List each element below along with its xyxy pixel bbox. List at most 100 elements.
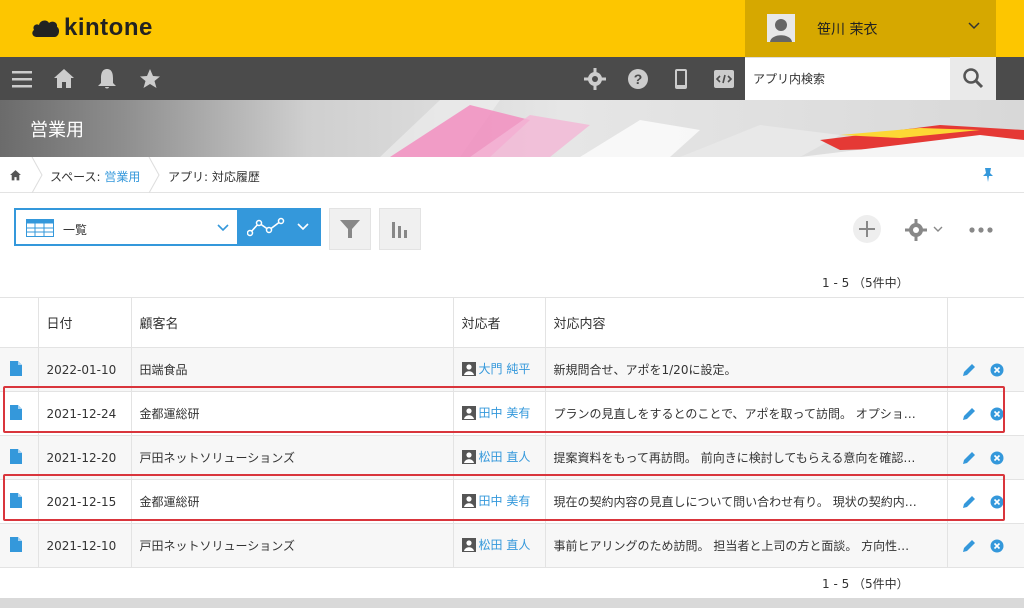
record-detail-cell[interactable] [0, 391, 39, 436]
star-icon[interactable] [138, 67, 162, 91]
column-header-content[interactable]: 対応内容 [545, 297, 948, 348]
mobile-icon[interactable] [669, 67, 693, 91]
assignee-name: 松田 直人 [478, 450, 531, 465]
document-icon[interactable] [10, 360, 22, 376]
document-icon[interactable] [10, 404, 22, 420]
pager-top: 1 - 5 （5件中） [822, 276, 909, 290]
column-header-icon [0, 297, 39, 348]
global-nav: ? [0, 57, 1024, 100]
more-options-icon[interactable] [969, 225, 993, 235]
cell-customer: 金都運総研 [131, 391, 454, 436]
search-input[interactable] [745, 58, 950, 100]
column-header-date[interactable]: 日付 [38, 297, 132, 348]
cell-date: 2022-01-10 [38, 347, 132, 392]
cell-assignee: 田中 美有 [453, 391, 546, 436]
cell-date: 2021-12-24 [38, 391, 132, 436]
edit-icon[interactable] [962, 495, 976, 509]
home-icon[interactable] [9, 169, 22, 182]
kintone-logo[interactable]: kintone [30, 14, 153, 42]
avatar [767, 14, 795, 42]
cell-assignee: 松田 直人 [453, 523, 546, 568]
view-name: 一覧 [63, 223, 88, 237]
assignee-name: 田中 美有 [478, 494, 531, 509]
cell-actions [947, 523, 1024, 568]
cell-assignee: 松田 直人 [453, 435, 546, 480]
cell-content: 現在の契約内容の見直しについて問い合わせ有り。 現状の契約内… [545, 479, 948, 524]
table-row[interactable]: 2021-12-24 金都運総研 田中 美有 プランの見直しをするとのことで、アポを取… [0, 391, 1024, 436]
bar-chart-icon [392, 222, 407, 238]
assignee-name: 松田 直人 [478, 538, 531, 553]
home-icon[interactable] [52, 67, 76, 91]
table-row[interactable]: 2021-12-20 戸田ネットソリューションズ 松田 直人 提案資料をもって再訪問。… [0, 435, 1024, 480]
edit-icon[interactable] [962, 363, 976, 377]
edit-icon[interactable] [962, 539, 976, 553]
bottom-bar [0, 598, 1024, 608]
bell-icon[interactable] [95, 67, 119, 91]
gear-icon[interactable] [583, 67, 607, 91]
delete-icon[interactable] [990, 539, 1004, 553]
cell-actions [947, 347, 1024, 392]
record-detail-cell[interactable] [0, 479, 39, 524]
search-button[interactable] [950, 57, 996, 100]
table-header: 日付 顧客名 対応者 対応内容 [0, 297, 1024, 348]
app-search [745, 57, 950, 100]
assignee-link[interactable]: 田中 美有 [461, 492, 531, 509]
user-icon [461, 449, 476, 464]
cell-assignee: 田中 美有 [453, 479, 546, 524]
svg-text:?: ? [634, 71, 643, 87]
delete-icon[interactable] [990, 363, 1004, 377]
banner-image [380, 100, 1024, 157]
user-name: 笹川 茉衣 [817, 22, 878, 38]
logo-text: kintone [64, 14, 153, 41]
cell-content: 事前ヒアリングのため訪問。 担当者と上司の方と面談。 方向性… [545, 523, 948, 568]
graph-button[interactable] [379, 208, 421, 250]
breadcrumb-separator [148, 157, 160, 193]
delete-icon[interactable] [990, 451, 1004, 465]
column-header-actions [947, 297, 1024, 348]
view-selector[interactable]: 一覧 [14, 208, 239, 246]
user-icon [461, 493, 476, 508]
document-icon[interactable] [10, 492, 22, 508]
document-icon[interactable] [10, 448, 22, 464]
delete-icon[interactable] [990, 495, 1004, 509]
user-icon [461, 405, 476, 420]
menu-icon[interactable] [10, 67, 34, 91]
gear-icon[interactable] [904, 218, 928, 242]
pin-icon[interactable] [982, 168, 994, 182]
add-record-icon[interactable] [852, 214, 882, 244]
breadcrumb-space-link[interactable]: 営業用 [104, 170, 140, 184]
edit-icon[interactable] [962, 407, 976, 421]
user-menu[interactable]: 笹川 茉衣 [745, 0, 996, 57]
graph-selector-button[interactable] [239, 208, 321, 246]
record-detail-cell[interactable] [0, 347, 39, 392]
assignee-link[interactable]: 松田 直人 [461, 448, 531, 465]
assignee-link[interactable]: 大門 純平 [461, 360, 531, 377]
cell-actions [947, 435, 1024, 480]
assignee-name: 大門 純平 [478, 362, 531, 377]
cell-content: 新規問合せ、アポを1/20に設定。 [545, 347, 948, 392]
breadcrumb-space-prefix: スペース: [50, 170, 105, 184]
edit-icon[interactable] [962, 451, 976, 465]
table-view-icon [26, 219, 54, 237]
help-icon[interactable]: ? [626, 67, 650, 91]
assignee-link[interactable]: 松田 直人 [461, 536, 531, 553]
table-row[interactable]: 2022-01-10 田端食品 大門 純平 新規問合せ、アポを1/20に設定。 [0, 347, 1024, 392]
record-detail-cell[interactable] [0, 523, 39, 568]
column-header-assignee[interactable]: 対応者 [453, 297, 546, 348]
chevron-down-icon[interactable] [933, 226, 943, 234]
filter-button[interactable] [329, 208, 371, 250]
column-header-customer[interactable]: 顧客名 [131, 297, 454, 348]
table-row[interactable]: 2021-12-15 金都運総研 田中 美有 現在の契約内容の見直しについて問い合わせ… [0, 479, 1024, 524]
breadcrumb-app: アプリ: 対応履歴 [168, 170, 260, 184]
table-row[interactable]: 2021-12-10 戸田ネットソリューションズ 松田 直人 事前ヒアリングのため訪問… [0, 523, 1024, 568]
chevron-down-icon [968, 22, 980, 30]
breadcrumb-space: スペース: 営業用 [50, 168, 140, 185]
user-icon [461, 537, 476, 552]
delete-icon[interactable] [990, 407, 1004, 421]
assignee-link[interactable]: 田中 美有 [461, 404, 530, 421]
top-header: kintone 笹川 茉衣 [0, 0, 1024, 57]
user-icon [461, 361, 476, 376]
code-icon[interactable] [712, 67, 736, 91]
document-icon[interactable] [10, 536, 22, 552]
record-detail-cell[interactable] [0, 435, 39, 480]
